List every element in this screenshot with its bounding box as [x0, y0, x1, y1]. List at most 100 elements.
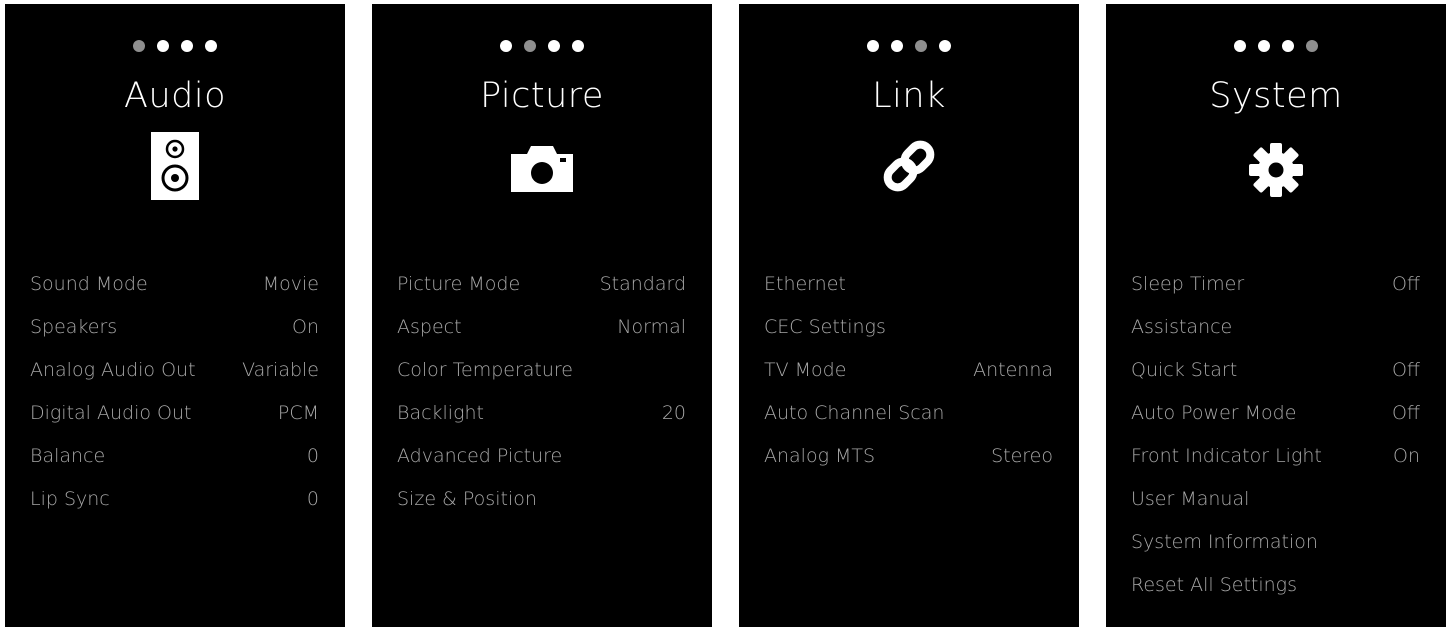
menu-item-value: On: [292, 315, 319, 338]
page-dot-1[interactable]: [133, 40, 145, 52]
picture-menu: Picture Mode Standard Aspect Normal Colo…: [397, 262, 686, 520]
page-dot-2[interactable]: [1258, 40, 1270, 52]
menu-item-value: On: [1393, 444, 1420, 467]
menu-item-aspect[interactable]: Aspect Normal: [397, 305, 686, 348]
menu-item-ethernet[interactable]: Ethernet: [764, 262, 1053, 305]
menu-item-label: Analog Audio Out: [30, 358, 196, 381]
menu-item-value: Movie: [262, 272, 319, 295]
page-indicator: [1106, 40, 1446, 52]
settings-screens: Audio Sound Mode Movie Speakers On Analo…: [0, 0, 1449, 627]
page-indicator: [739, 40, 1079, 52]
menu-item-label: CEC Settings: [764, 315, 886, 338]
menu-item-user-manual[interactable]: User Manual: [1131, 477, 1420, 520]
menu-item-label: Size & Position: [397, 487, 537, 510]
page-dot-1[interactable]: [1234, 40, 1246, 52]
menu-item-label: Quick Start: [1131, 358, 1238, 381]
menu-item-advanced-picture[interactable]: Advanced Picture: [397, 434, 686, 477]
page-indicator: [5, 40, 345, 52]
link-icon: [883, 140, 935, 192]
menu-item-label: Ethernet: [764, 272, 846, 295]
menu-item-label: Auto Channel Scan: [764, 401, 945, 424]
menu-item-label: Front Indicator Light: [1131, 444, 1322, 467]
audio-panel: Audio Sound Mode Movie Speakers On Analo…: [5, 4, 345, 627]
menu-item-value: Antenna: [973, 358, 1053, 381]
menu-item-value: Off: [1391, 272, 1420, 295]
menu-item-tv-mode[interactable]: TV Mode Antenna: [764, 348, 1053, 391]
menu-item-label: Advanced Picture: [397, 444, 563, 467]
page-title: System: [1209, 76, 1343, 116]
menu-item-value: Off: [1391, 358, 1420, 381]
menu-item-label: Speakers: [30, 315, 118, 338]
menu-item-analog-audio-out[interactable]: Analog Audio Out Variable: [30, 348, 319, 391]
system-panel: System Sleep Timer Off Assistance Quick …: [1106, 4, 1446, 627]
page-dot-3[interactable]: [548, 40, 560, 52]
menu-item-value: 20: [661, 401, 686, 424]
camera-icon: [511, 146, 573, 192]
picture-panel: Picture Picture Mode Standard Aspect Nor…: [372, 4, 712, 627]
menu-item-color-temperature[interactable]: Color Temperature: [397, 348, 686, 391]
menu-item-size-position[interactable]: Size & Position: [397, 477, 686, 520]
menu-item-label: User Manual: [1131, 487, 1250, 510]
menu-item-label: Digital Audio Out: [30, 401, 192, 424]
menu-item-lip-sync[interactable]: Lip Sync 0: [30, 477, 319, 520]
page-dot-4[interactable]: [572, 40, 584, 52]
menu-item-value: Stereo: [991, 444, 1053, 467]
menu-item-value: PCM: [277, 401, 319, 424]
menu-item-label: Auto Power Mode: [1131, 401, 1297, 424]
page-indicator: [372, 40, 712, 52]
menu-item-system-information[interactable]: System Information: [1131, 520, 1420, 563]
page-dot-2[interactable]: [891, 40, 903, 52]
menu-item-label: TV Mode: [764, 358, 847, 381]
menu-item-assistance[interactable]: Assistance: [1131, 305, 1420, 348]
menu-item-sound-mode[interactable]: Sound Mode Movie: [30, 262, 319, 305]
page-dot-1[interactable]: [867, 40, 879, 52]
menu-item-sleep-timer[interactable]: Sleep Timer Off: [1131, 262, 1420, 305]
menu-item-value: 0: [306, 444, 319, 467]
menu-item-label: Sound Mode: [30, 272, 148, 295]
menu-item-value: Normal: [617, 315, 686, 338]
audio-menu: Sound Mode Movie Speakers On Analog Audi…: [30, 262, 319, 520]
menu-item-label: Color Temperature: [397, 358, 574, 381]
speaker-icon: [151, 132, 199, 200]
menu-item-backlight[interactable]: Backlight 20: [397, 391, 686, 434]
link-menu: Ethernet CEC Settings TV Mode Antenna Au…: [764, 262, 1053, 477]
menu-item-speakers[interactable]: Speakers On: [30, 305, 319, 348]
menu-item-analog-mts[interactable]: Analog MTS Stereo: [764, 434, 1053, 477]
menu-item-label: Analog MTS: [764, 444, 876, 467]
page-dot-3[interactable]: [1282, 40, 1294, 52]
menu-item-label: Lip Sync: [30, 487, 110, 510]
menu-item-label: Balance: [30, 444, 106, 467]
menu-item-auto-power-mode[interactable]: Auto Power Mode Off: [1131, 391, 1420, 434]
page-dot-2[interactable]: [157, 40, 169, 52]
menu-item-cec-settings[interactable]: CEC Settings: [764, 305, 1053, 348]
menu-item-digital-audio-out[interactable]: Digital Audio Out PCM: [30, 391, 319, 434]
page-dot-4[interactable]: [1306, 40, 1318, 52]
page-dot-4[interactable]: [205, 40, 217, 52]
page-title: Link: [872, 76, 946, 116]
menu-item-value: Standard: [599, 272, 686, 295]
page-dot-1[interactable]: [500, 40, 512, 52]
menu-item-label: Sleep Timer: [1131, 272, 1245, 295]
menu-item-label: Backlight: [397, 401, 484, 424]
page-dot-2[interactable]: [524, 40, 536, 52]
menu-item-label: Reset All Settings: [1131, 573, 1297, 596]
menu-item-label: Assistance: [1131, 315, 1233, 338]
menu-item-value: Off: [1391, 401, 1420, 424]
menu-item-picture-mode[interactable]: Picture Mode Standard: [397, 262, 686, 305]
page-title: Audio: [124, 76, 226, 116]
menu-item-reset-all-settings[interactable]: Reset All Settings: [1131, 563, 1420, 606]
link-panel: Link Ethernet CEC Settings TV Mode Anten…: [739, 4, 1079, 627]
page-title: Picture: [480, 76, 604, 116]
page-dot-3[interactable]: [915, 40, 927, 52]
page-dot-4[interactable]: [939, 40, 951, 52]
menu-item-balance[interactable]: Balance 0: [30, 434, 319, 477]
menu-item-label: Aspect: [397, 315, 462, 338]
menu-item-value: 0: [306, 487, 319, 510]
menu-item-quick-start[interactable]: Quick Start Off: [1131, 348, 1420, 391]
menu-item-auto-channel-scan[interactable]: Auto Channel Scan: [764, 391, 1053, 434]
page-dot-3[interactable]: [181, 40, 193, 52]
menu-item-label: System Information: [1131, 530, 1318, 553]
gear-icon: [1249, 143, 1303, 197]
menu-item-front-indicator-light[interactable]: Front Indicator Light On: [1131, 434, 1420, 477]
menu-item-label: Picture Mode: [397, 272, 521, 295]
